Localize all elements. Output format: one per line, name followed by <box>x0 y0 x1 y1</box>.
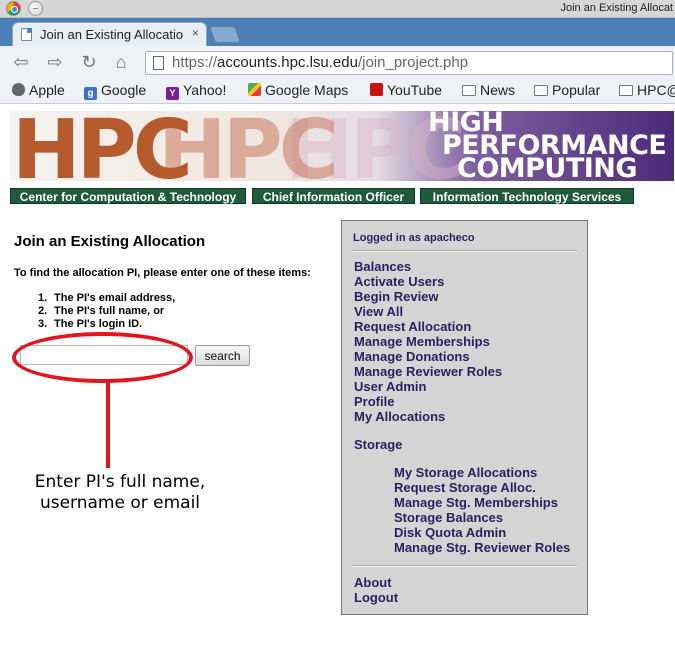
close-tab-icon[interactable]: × <box>192 26 199 40</box>
new-tab-button[interactable] <box>208 26 242 43</box>
bookmark-label: Apple <box>29 82 65 98</box>
page-title: Join an Existing Allocation <box>14 233 206 250</box>
banner-title: HIGH PERFORMANCE COMPUTING <box>428 111 667 181</box>
folder-icon <box>619 85 633 96</box>
sidebar-item-manage-stg-reviewer-roles[interactable]: Manage Stg. Reviewer Roles <box>394 540 570 555</box>
bookmark-label: Google Maps <box>265 82 349 98</box>
sidebar-item-balances[interactable]: Balances <box>354 259 411 274</box>
tab-strip: Join an Existing Allocatio × <box>0 18 675 46</box>
bookmark-label: YouTube <box>387 82 443 98</box>
nav-cct-link[interactable]: Center for Computation & Technology <box>10 188 246 204</box>
bookmark-hpc[interactable]: HPC@ <box>619 82 675 100</box>
sidebar-item-manage-donations[interactable]: Manage Donations <box>354 349 470 364</box>
sidebar-item-storage[interactable]: Storage <box>354 437 402 452</box>
list-item: 1. The PI's email address, <box>38 292 176 304</box>
window-titlebar: Join an Existing Allocat <box>0 0 675 18</box>
back-arrow-icon[interactable]: ⇦ <box>10 52 32 72</box>
sidebar-item-profile[interactable]: Profile <box>354 394 394 409</box>
reload-icon[interactable]: ↻ <box>78 52 100 72</box>
sidebar-item-storage-balances[interactable]: Storage Balances <box>394 510 503 525</box>
page-icon <box>21 28 32 41</box>
nav-cio-link[interactable]: Chief Information Officer <box>252 188 415 204</box>
list-item: 2. The PI's full name, or <box>38 305 165 317</box>
search-button[interactable]: search <box>195 345 250 366</box>
bookmark-popular[interactable]: Popular <box>534 82 600 100</box>
minimize-icon[interactable] <box>28 1 43 16</box>
tab-join-allocation[interactable]: Join an Existing Allocatio × <box>12 22 207 46</box>
bookmark-google[interactable]: g Google <box>84 82 146 100</box>
bookmarks-bar: Apple g Google Y Yahoo! Google Maps YouTub… <box>0 78 675 104</box>
logged-in-status: Logged in as apacheco <box>353 232 475 244</box>
google-icon: g <box>84 87 97 100</box>
sidebar-item-view-all[interactable]: View All <box>354 304 403 319</box>
list-item: 3. The PI's login ID. <box>38 318 143 330</box>
url-host: accounts.hpc.lsu.edu <box>217 54 358 71</box>
window-title: Join an Existing Allocat <box>560 2 673 14</box>
chrome-logo-icon <box>6 1 21 16</box>
annotation-line <box>106 383 110 468</box>
url-text[interactable]: https://accounts.hpc.lsu.edu/join_projec… <box>172 54 468 71</box>
annotation-line2: username or email <box>39 493 201 513</box>
url-scheme: https:// <box>172 54 218 71</box>
bookmark-google-maps[interactable]: Google Maps <box>248 82 348 100</box>
bookmark-label: News <box>480 82 516 98</box>
nav-its-link[interactable]: Information Technology Services <box>420 188 634 204</box>
bookmark-label: Popular <box>552 82 601 98</box>
bookmark-youtube[interactable]: YouTube <box>370 82 442 100</box>
forward-arrow-icon[interactable]: ⇨ <box>44 52 66 72</box>
divider <box>352 565 577 567</box>
sidebar-item-logout[interactable]: Logout <box>354 590 398 605</box>
search-criteria-list: 1. The PI's email address, 2. The PI's ful… <box>38 292 175 331</box>
annotation-text: Enter PI's full name, username or email <box>18 472 222 514</box>
sidebar-item-my-storage-allocations[interactable]: My Storage Allocations <box>394 465 537 480</box>
sidebar-item-manage-memberships[interactable]: Manage Memberships <box>354 334 490 349</box>
banner-title-line3: COMPUTING <box>457 153 638 181</box>
folder-icon <box>534 85 548 96</box>
sidebar-item-manage-stg-memberships[interactable]: Manage Stg. Memberships <box>394 495 558 510</box>
sidebar-item-manage-reviewer-roles[interactable]: Manage Reviewer Roles <box>354 364 502 379</box>
hpc-banner: HPC HPC HPC HIGH PERFORMANCE COMPUTING <box>10 111 674 181</box>
maps-icon <box>248 83 261 96</box>
hpc-logo: HPC <box>12 111 193 181</box>
bookmark-label: Yahoo! <box>183 82 227 98</box>
address-bar[interactable]: https://accounts.hpc.lsu.edu/join_projec… <box>145 51 673 75</box>
yahoo-icon: Y <box>166 87 179 100</box>
instructions-text: To find the allocation PI, please enter … <box>14 267 311 279</box>
bookmark-label: Google <box>101 82 147 98</box>
annotation-ellipse <box>12 332 193 383</box>
browser-toolbar: ⇦ ⇨ ↻ ⌂ https://accounts.hpc.lsu.edu/joi… <box>0 46 675 78</box>
folder-icon <box>462 85 476 96</box>
bookmark-apple[interactable]: Apple <box>12 82 65 100</box>
youtube-icon <box>370 83 383 96</box>
page-icon <box>153 56 164 70</box>
home-icon[interactable]: ⌂ <box>110 52 132 72</box>
url-path: /join_project.php <box>357 54 469 71</box>
sidebar-item-activate-users[interactable]: Activate Users <box>354 274 444 289</box>
sidebar-item-request-allocation[interactable]: Request Allocation <box>354 319 471 334</box>
sidebar-item-about[interactable]: About <box>354 575 392 590</box>
sidebar-item-request-storage-alloc[interactable]: Request Storage Alloc. <box>394 480 536 495</box>
bookmark-label: HPC@ <box>637 82 675 98</box>
sidebar-item-begin-review[interactable]: Begin Review <box>354 289 439 304</box>
annotation-line1: Enter PI's full name, <box>34 472 206 492</box>
sidebar: Logged in as apacheco Balances Activate … <box>341 220 588 615</box>
sidebar-item-user-admin[interactable]: User Admin <box>354 379 426 394</box>
tab-title: Join an Existing Allocatio <box>40 27 184 42</box>
bookmark-news[interactable]: News <box>462 82 515 100</box>
divider <box>352 250 577 252</box>
apple-icon <box>12 83 25 96</box>
sidebar-item-disk-quota-admin[interactable]: Disk Quota Admin <box>394 525 506 540</box>
bookmark-yahoo[interactable]: Y Yahoo! <box>166 82 226 100</box>
sidebar-item-my-allocations[interactable]: My Allocations <box>354 409 445 424</box>
